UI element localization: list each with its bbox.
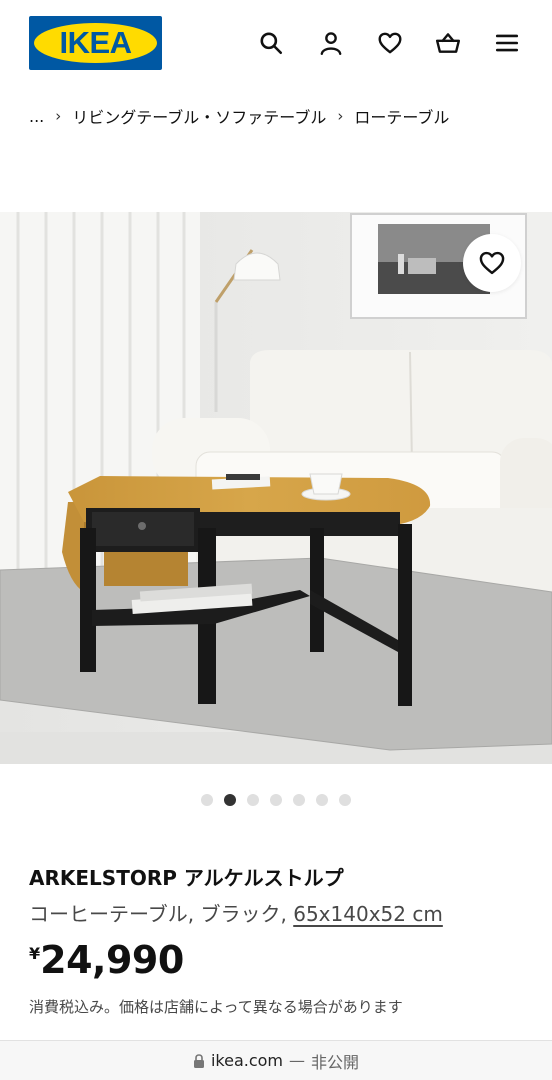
chevron-right-icon: › <box>55 107 62 125</box>
lock-icon <box>193 1053 204 1068</box>
user-icon[interactable] <box>316 28 346 58</box>
carousel-dot[interactable] <box>247 794 259 806</box>
product-price: ¥24,990 <box>29 938 184 988</box>
image-carousel-dots <box>0 792 552 808</box>
url-domain: ikea.com <box>210 1051 284 1070</box>
url-separator: — <box>289 1051 306 1070</box>
carousel-dot[interactable] <box>270 794 282 806</box>
breadcrumb: ... › リビングテーブル・ソファテーブル › ローテーブル <box>29 104 449 128</box>
carousel-dot[interactable] <box>339 794 351 806</box>
product-photo-illustration <box>0 212 552 764</box>
product-name: ARKELSTORP アルケルストルプ <box>29 866 344 890</box>
price-value: 24,990 <box>40 938 184 982</box>
carousel-dot[interactable] <box>201 794 213 806</box>
carousel-dot[interactable] <box>316 794 328 806</box>
price-currency: ¥ <box>29 944 41 963</box>
logo-text: IKEA <box>59 25 132 60</box>
browser-url-bar[interactable]: ikea.com — 非公開 <box>0 1040 552 1080</box>
add-to-favorites-button[interactable] <box>463 234 521 292</box>
ikea-logo[interactable]: IKEA <box>29 16 162 70</box>
breadcrumb-ellipsis[interactable]: ... <box>29 107 44 126</box>
carousel-dot[interactable] <box>293 794 305 806</box>
heart-icon[interactable] <box>375 28 405 58</box>
product-image[interactable] <box>0 212 552 764</box>
private-mode-label: 非公開 <box>311 1052 360 1072</box>
cart-icon[interactable] <box>433 28 463 58</box>
header: IKEA <box>0 0 552 90</box>
tax-note: 消費税込み。価格は店舗によって異なる場合があります <box>29 998 403 1016</box>
product-type-color: コーヒーテーブル, ブラック, <box>29 902 294 926</box>
carousel-dot[interactable] <box>224 794 236 806</box>
search-icon[interactable] <box>256 28 286 58</box>
product-dimensions-link[interactable]: 65x140x52 cm <box>293 902 443 926</box>
chevron-right-icon: › <box>337 107 344 125</box>
breadcrumb-item-low-tables[interactable]: ローテーブル <box>354 104 449 128</box>
breadcrumb-item-living-tables[interactable]: リビングテーブル・ソファテーブル <box>72 104 326 128</box>
menu-icon[interactable] <box>492 28 522 58</box>
product-description: コーヒーテーブル, ブラック, 65x140x52 cm <box>29 898 443 927</box>
heart-outline-icon <box>479 251 505 275</box>
